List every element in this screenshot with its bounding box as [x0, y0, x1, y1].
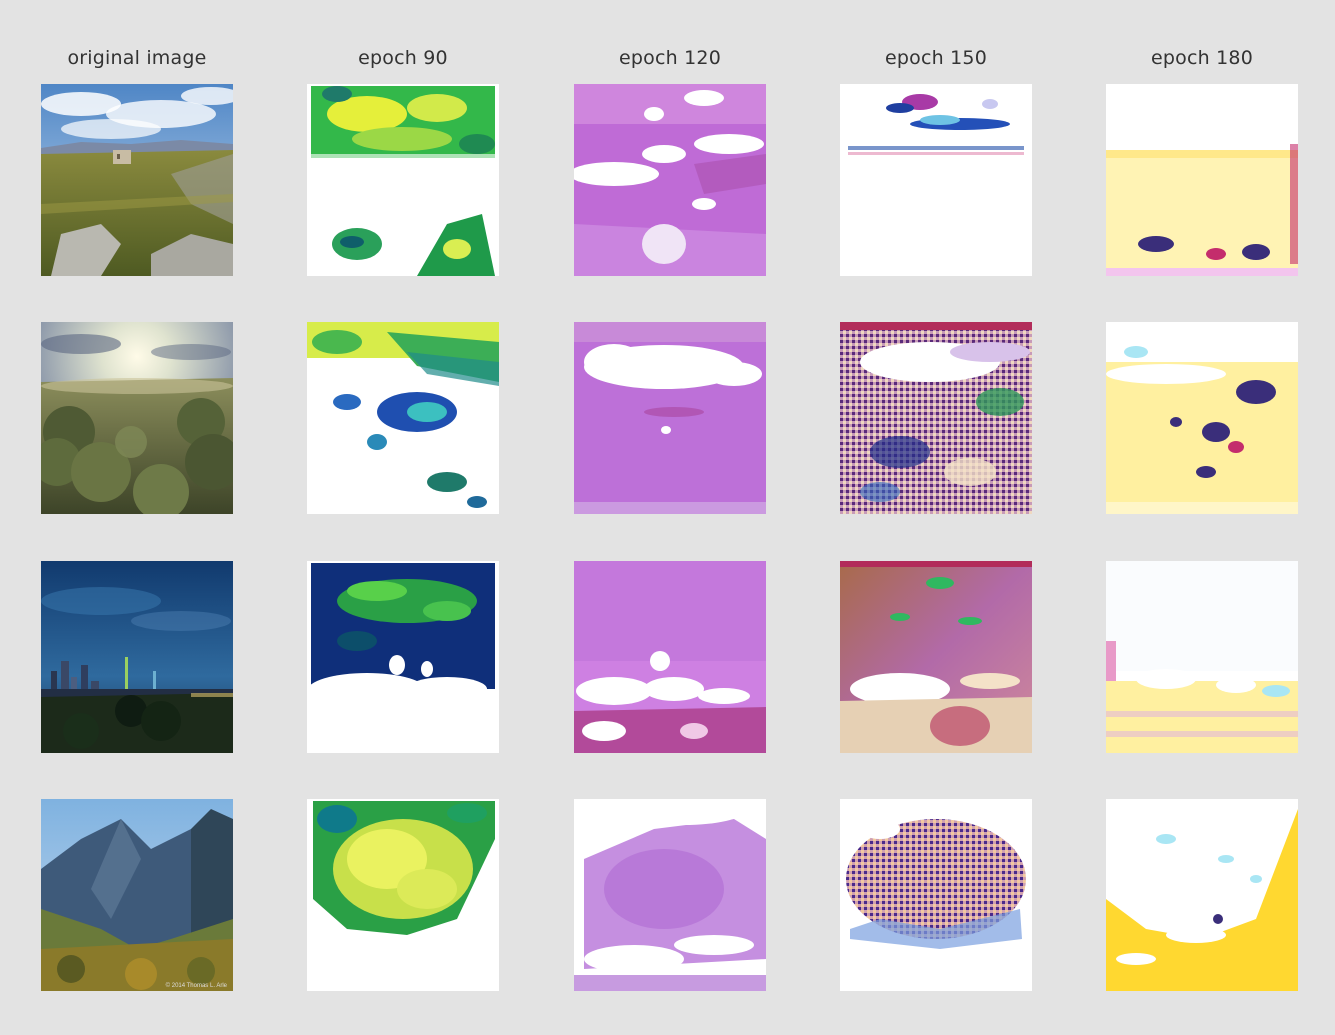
- output-epoch90-4: [307, 799, 499, 991]
- output-epoch120-4: [574, 799, 766, 991]
- original-image-4: © 2014 Thomas L. Arle: [41, 799, 233, 991]
- output-epoch120-2: [574, 322, 766, 514]
- output-epoch90-1: [307, 84, 499, 276]
- column-title-epoch-180: epoch 180: [1151, 47, 1253, 69]
- original-image-1: [41, 84, 233, 276]
- output-epoch180-3: [1106, 561, 1298, 753]
- original-image-2: [41, 322, 233, 514]
- column-title-original: original image: [67, 47, 207, 69]
- output-epoch150-2: [840, 322, 1032, 514]
- original-image-3: [41, 561, 233, 753]
- output-epoch90-2: [307, 322, 499, 514]
- output-epoch180-1: [1106, 84, 1298, 276]
- column-title-epoch-150: epoch 150: [885, 47, 987, 69]
- output-epoch120-3: [574, 561, 766, 753]
- output-epoch150-3: [840, 561, 1032, 753]
- output-epoch180-4: [1106, 799, 1298, 991]
- output-epoch150-4: [840, 799, 1032, 991]
- watermark-text: © 2014 Thomas L. Arle: [166, 982, 228, 989]
- column-title-epoch-90: epoch 90: [358, 47, 448, 69]
- output-epoch90-3: [307, 561, 499, 753]
- output-epoch120-1: [574, 84, 766, 276]
- output-epoch180-2: [1106, 322, 1298, 514]
- output-epoch150-1: [840, 84, 1032, 276]
- column-title-epoch-120: epoch 120: [619, 47, 721, 69]
